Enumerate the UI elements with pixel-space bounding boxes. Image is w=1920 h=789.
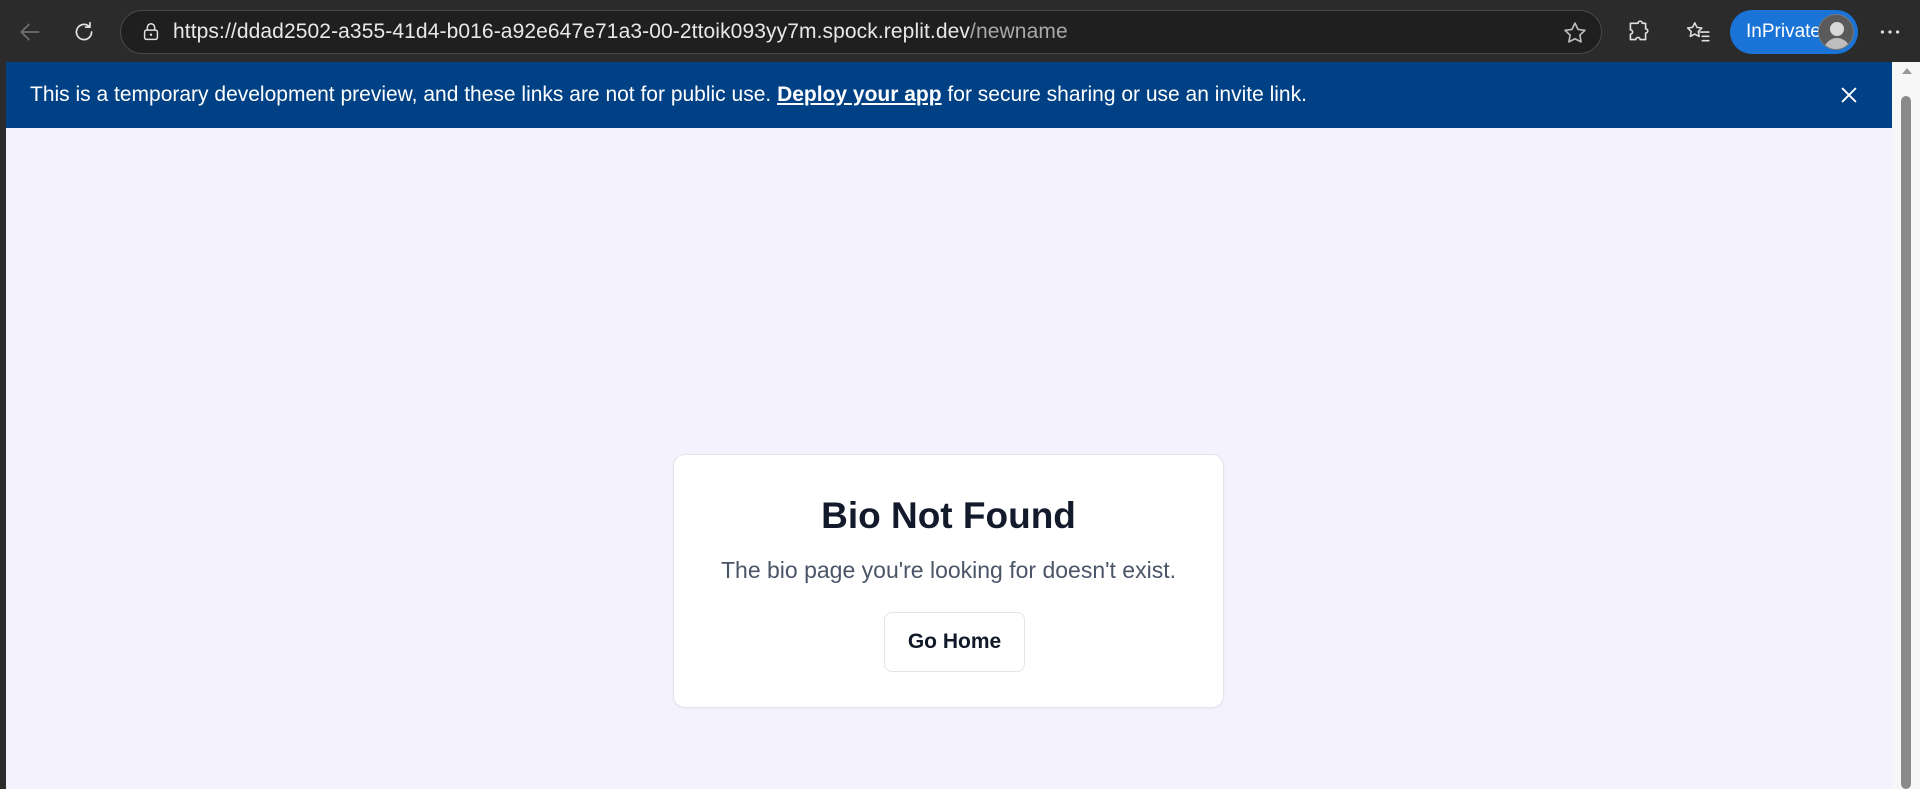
not-found-card: Bio Not Found The bio page you're lookin… <box>673 454 1224 708</box>
banner-text-before: This is a temporary development preview,… <box>30 83 778 106</box>
extensions-button[interactable] <box>1618 12 1658 52</box>
favorites-icon <box>1686 22 1710 42</box>
go-home-button[interactable]: Go Home <box>884 612 1025 672</box>
page-title: Bio Not Found <box>821 495 1076 536</box>
page-viewport: This is a temporary development preview,… <box>6 62 1892 789</box>
browser-toolbar: https://ddad2502-a355-41d4-b016-a92e647e… <box>0 0 1920 62</box>
scroll-up-arrow-icon[interactable] <box>1902 68 1912 74</box>
lock-icon <box>143 23 159 41</box>
inprivate-label: InPrivate <box>1746 21 1821 42</box>
site-info-button[interactable] <box>129 10 173 54</box>
dev-preview-banner: This is a temporary development preview,… <box>6 62 1892 128</box>
url-path: /newname <box>970 20 1068 43</box>
not-found-message: The bio page you're looking for doesn't … <box>720 557 1176 583</box>
banner-text-after: for secure sharing or use an invite link… <box>941 83 1307 106</box>
more-icon <box>1880 30 1900 34</box>
address-bar[interactable]: https://ddad2502-a355-41d4-b016-a92e647e… <box>120 10 1602 54</box>
close-icon <box>1841 87 1857 103</box>
scrollbar-thumb[interactable] <box>1901 96 1911 789</box>
banner-close-button[interactable] <box>1836 82 1862 108</box>
puzzle-icon <box>1629 20 1649 41</box>
url-host: https://ddad2502-a355-41d4-b016-a92e647e… <box>173 20 971 43</box>
inprivate-button[interactable]: InPrivate <box>1730 10 1858 54</box>
back-button[interactable] <box>10 12 50 52</box>
url-text[interactable]: https://ddad2502-a355-41d4-b016-a92e647e… <box>173 20 1068 44</box>
star-icon[interactable] <box>1561 19 1589 47</box>
avatar <box>1818 14 1854 50</box>
refresh-icon <box>75 21 93 41</box>
more-button[interactable] <box>1870 12 1910 52</box>
banner-message: This is a temporary development preview,… <box>30 83 1307 107</box>
deploy-link[interactable]: Deploy your app <box>777 83 942 106</box>
favorites-button[interactable] <box>1678 12 1718 52</box>
refresh-button[interactable] <box>64 12 104 52</box>
back-arrow-icon <box>20 23 40 41</box>
scrollbar[interactable] <box>1892 62 1920 789</box>
